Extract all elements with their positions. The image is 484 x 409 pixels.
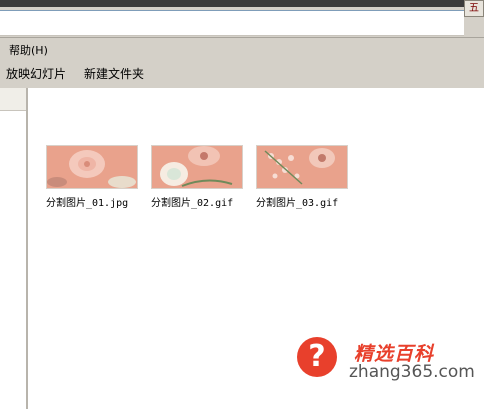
image-thumbnail bbox=[256, 145, 348, 189]
file-name: 分割图片_02.gif bbox=[151, 198, 234, 209]
navigation-pane-header bbox=[0, 88, 26, 111]
toolbar: 放映幻灯片 新建文件夹 bbox=[0, 61, 484, 85]
image-thumbnail bbox=[151, 145, 243, 189]
file-item[interactable]: 分割图片_01.jpg bbox=[46, 145, 142, 209]
address-bar[interactable] bbox=[0, 10, 464, 36]
corner-button[interactable]: 五 bbox=[464, 0, 484, 17]
navigation-pane[interactable] bbox=[0, 88, 28, 409]
file-item[interactable]: 分割图片_03.gif bbox=[256, 145, 352, 209]
watermark: ? 精选百科 zhang365.com bbox=[297, 333, 482, 388]
new-folder-button[interactable]: 新建文件夹 bbox=[84, 65, 144, 82]
window-title-strip bbox=[0, 0, 484, 7]
slideshow-button[interactable]: 放映幻灯片 bbox=[6, 65, 66, 82]
file-name: 分割图片_03.gif bbox=[256, 198, 339, 209]
divider bbox=[0, 37, 484, 38]
menu-bar: 帮助(H) bbox=[0, 40, 484, 58]
menu-help[interactable]: 帮助(H) bbox=[9, 42, 48, 58]
file-item[interactable]: 分割图片_02.gif bbox=[151, 145, 247, 209]
file-name: 分割图片_01.jpg bbox=[46, 198, 129, 209]
image-thumbnail bbox=[46, 145, 138, 189]
question-mark-icon: ? bbox=[297, 337, 337, 377]
watermark-domain: zhang365.com bbox=[349, 362, 475, 382]
